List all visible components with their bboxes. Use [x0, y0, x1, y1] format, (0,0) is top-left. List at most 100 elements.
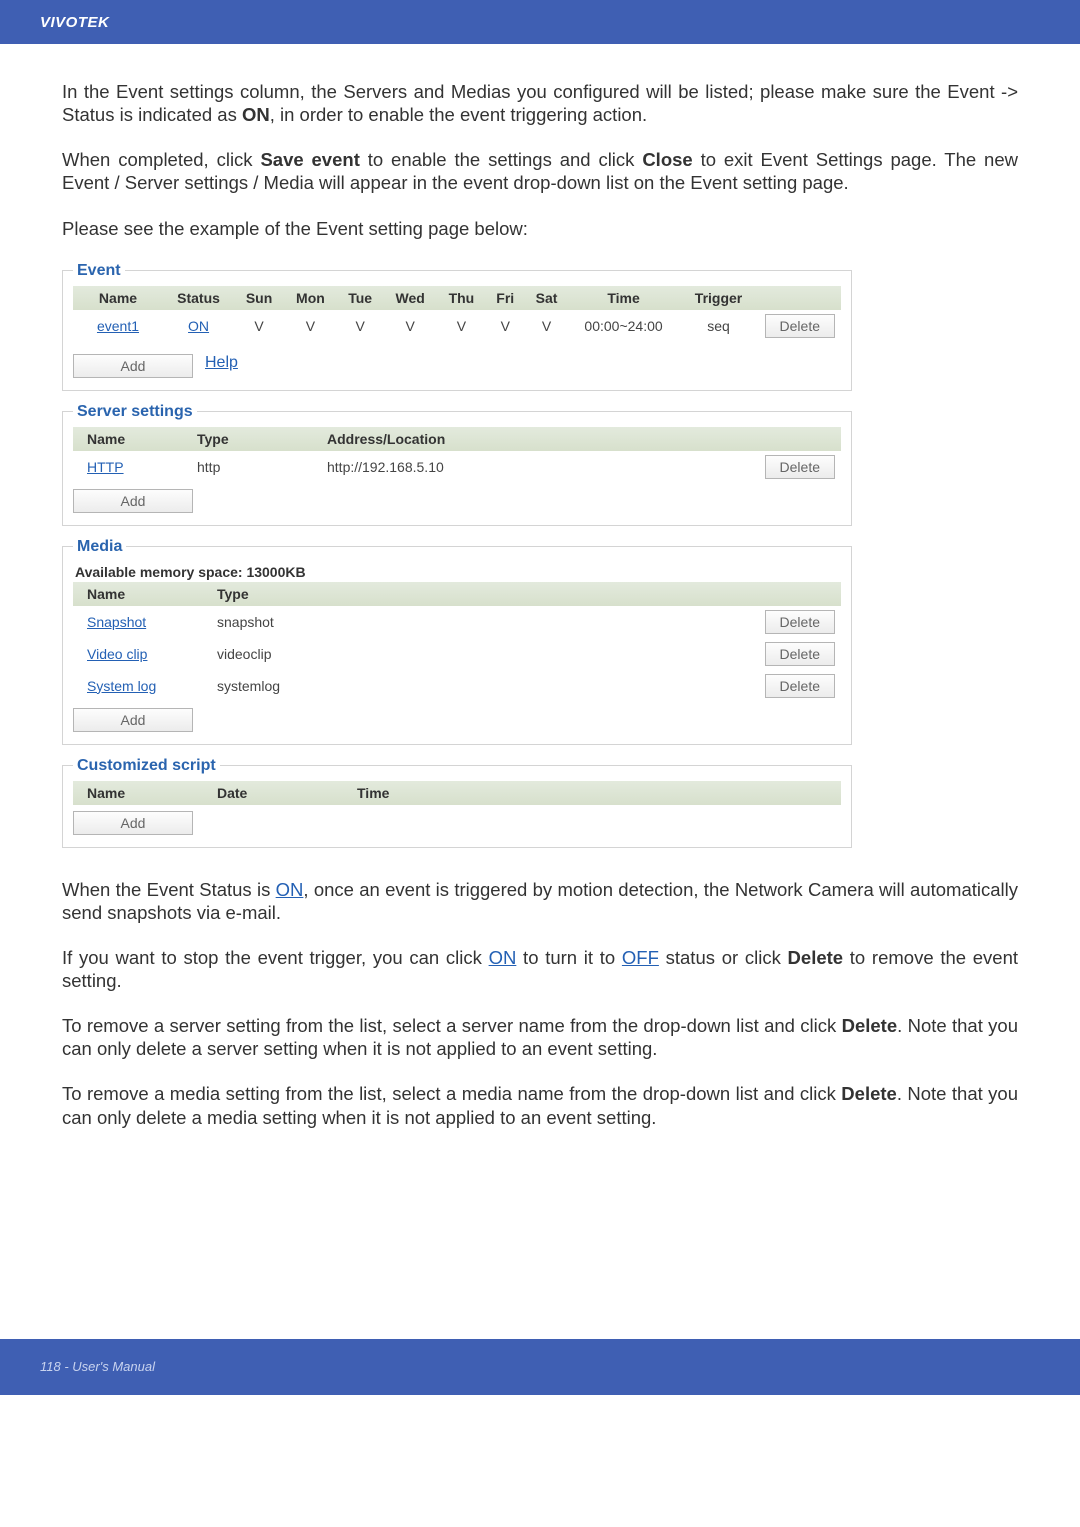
col-action [759, 582, 841, 606]
delete-bold: Delete [788, 947, 844, 968]
event-legend: Event [73, 262, 125, 280]
cs-table: Name Date Time [73, 781, 841, 805]
col-action [759, 286, 841, 310]
cell-fri: V [486, 310, 525, 342]
col-type: Type [183, 427, 313, 451]
col-name: Name [73, 427, 183, 451]
event-panel: Event Name Status Sun Mon Tue Wed Thu Fr… [62, 262, 852, 391]
customized-script-panel: Customized script Name Date Time Add [62, 757, 852, 848]
footer-bar: 118 - User's Manual [0, 1339, 1080, 1395]
col-wed: Wed [383, 286, 437, 310]
server-addr: http://192.168.5.10 [313, 451, 759, 483]
media-delete-button[interactable]: Delete [765, 642, 835, 666]
col-fri: Fri [486, 286, 525, 310]
col-addr: Address/Location [313, 427, 759, 451]
para-7: To remove a media setting from the list,… [62, 1082, 1018, 1128]
col-name: Name [73, 286, 163, 310]
cell-time: 00:00~24:00 [569, 310, 679, 342]
header-bar: VIVOTEK [0, 0, 1080, 44]
text: to enable the settings and click [360, 149, 642, 170]
media-row: Video clip videoclip Delete [73, 638, 841, 670]
para-6: To remove a server setting from the list… [62, 1014, 1018, 1060]
server-name-link[interactable]: HTTP [87, 459, 124, 475]
server-header-row: Name Type Address/Location [73, 427, 841, 451]
para-5: If you want to stop the event trigger, y… [62, 946, 1018, 992]
col-thu: Thu [437, 286, 486, 310]
text: to turn it to [516, 947, 622, 968]
intro-para-2: When completed, click Save event to enab… [62, 148, 1018, 194]
event-header-row: Name Status Sun Mon Tue Wed Thu Fri Sat … [73, 286, 841, 310]
on-bold: ON [242, 104, 270, 125]
server-legend: Server settings [73, 403, 197, 421]
available-memory: Available memory space: 13000KB [75, 564, 841, 580]
cell-sun: V [234, 310, 284, 342]
cell-wed: V [383, 310, 437, 342]
server-add-button[interactable]: Add [73, 489, 193, 513]
media-delete-button[interactable]: Delete [765, 674, 835, 698]
media-table: Name Type Snapshot snapshot Delete Video… [73, 582, 841, 702]
media-row: Snapshot snapshot Delete [73, 606, 841, 638]
page-number: 118 - User's Manual [40, 1359, 155, 1374]
help-link[interactable]: Help [205, 354, 238, 372]
media-panel: Media Available memory space: 13000KB Na… [62, 538, 852, 745]
cs-header-row: Name Date Time [73, 781, 841, 805]
col-tue: Tue [337, 286, 384, 310]
col-type: Type [203, 582, 759, 606]
save-event-bold: Save event [260, 149, 359, 170]
server-panel: Server settings Name Type Address/Locati… [62, 403, 852, 526]
cell-mon: V [284, 310, 337, 342]
cell-sat: V [525, 310, 569, 342]
media-type: snapshot [203, 606, 759, 638]
para-4: When the Event Status is ON, once an eve… [62, 878, 1018, 924]
event-name-link[interactable]: event1 [97, 318, 139, 334]
col-date: Date [203, 781, 343, 805]
col-sat: Sat [525, 286, 569, 310]
delete-bold: Delete [841, 1083, 897, 1104]
media-type: systemlog [203, 670, 759, 702]
intro-para-1: In the Event settings column, the Server… [62, 80, 1018, 126]
text: To remove a media setting from the list,… [62, 1083, 841, 1104]
on-link[interactable]: ON [489, 947, 517, 968]
text: , in order to enable the event triggerin… [270, 104, 647, 125]
media-row: System log systemlog Delete [73, 670, 841, 702]
text: If you want to stop the event trigger, y… [62, 947, 489, 968]
col-time: Time [569, 286, 679, 310]
col-name: Name [73, 781, 203, 805]
media-header-row: Name Type [73, 582, 841, 606]
server-delete-button[interactable]: Delete [765, 455, 835, 479]
media-name-link[interactable]: System log [87, 678, 156, 694]
col-status: Status [163, 286, 234, 310]
text: When the Event Status is [62, 879, 276, 900]
col-action [759, 427, 841, 451]
col-name: Name [73, 582, 203, 606]
event-add-button[interactable]: Add [73, 354, 193, 378]
off-link[interactable]: OFF [622, 947, 659, 968]
col-mon: Mon [284, 286, 337, 310]
server-row: HTTP http http://192.168.5.10 Delete [73, 451, 841, 483]
media-add-button[interactable]: Add [73, 708, 193, 732]
media-type: videoclip [203, 638, 759, 670]
on-link[interactable]: ON [276, 879, 304, 900]
event-table: Name Status Sun Mon Tue Wed Thu Fri Sat … [73, 286, 841, 342]
text: To remove a server setting from the list… [62, 1015, 842, 1036]
media-delete-button[interactable]: Delete [765, 610, 835, 634]
cell-trigger: seq [679, 310, 759, 342]
text: When completed, click [62, 149, 260, 170]
intro-para-3: Please see the example of the Event sett… [62, 217, 1018, 240]
brand-logo: VIVOTEK [40, 14, 109, 31]
col-time: Time [343, 781, 841, 805]
cs-add-button[interactable]: Add [73, 811, 193, 835]
cell-thu: V [437, 310, 486, 342]
media-name-link[interactable]: Video clip [87, 646, 147, 662]
event-row: event1 ON V V V V V V V 00:00~24:00 seq … [73, 310, 841, 342]
col-sun: Sun [234, 286, 284, 310]
media-name-link[interactable]: Snapshot [87, 614, 146, 630]
cs-legend: Customized script [73, 757, 220, 775]
event-status-link[interactable]: ON [188, 318, 209, 334]
media-legend: Media [73, 538, 126, 556]
page-content: In the Event settings column, the Server… [0, 44, 1080, 1129]
event-delete-button[interactable]: Delete [765, 314, 835, 338]
col-trigger: Trigger [679, 286, 759, 310]
close-bold: Close [642, 149, 692, 170]
cell-tue: V [337, 310, 384, 342]
